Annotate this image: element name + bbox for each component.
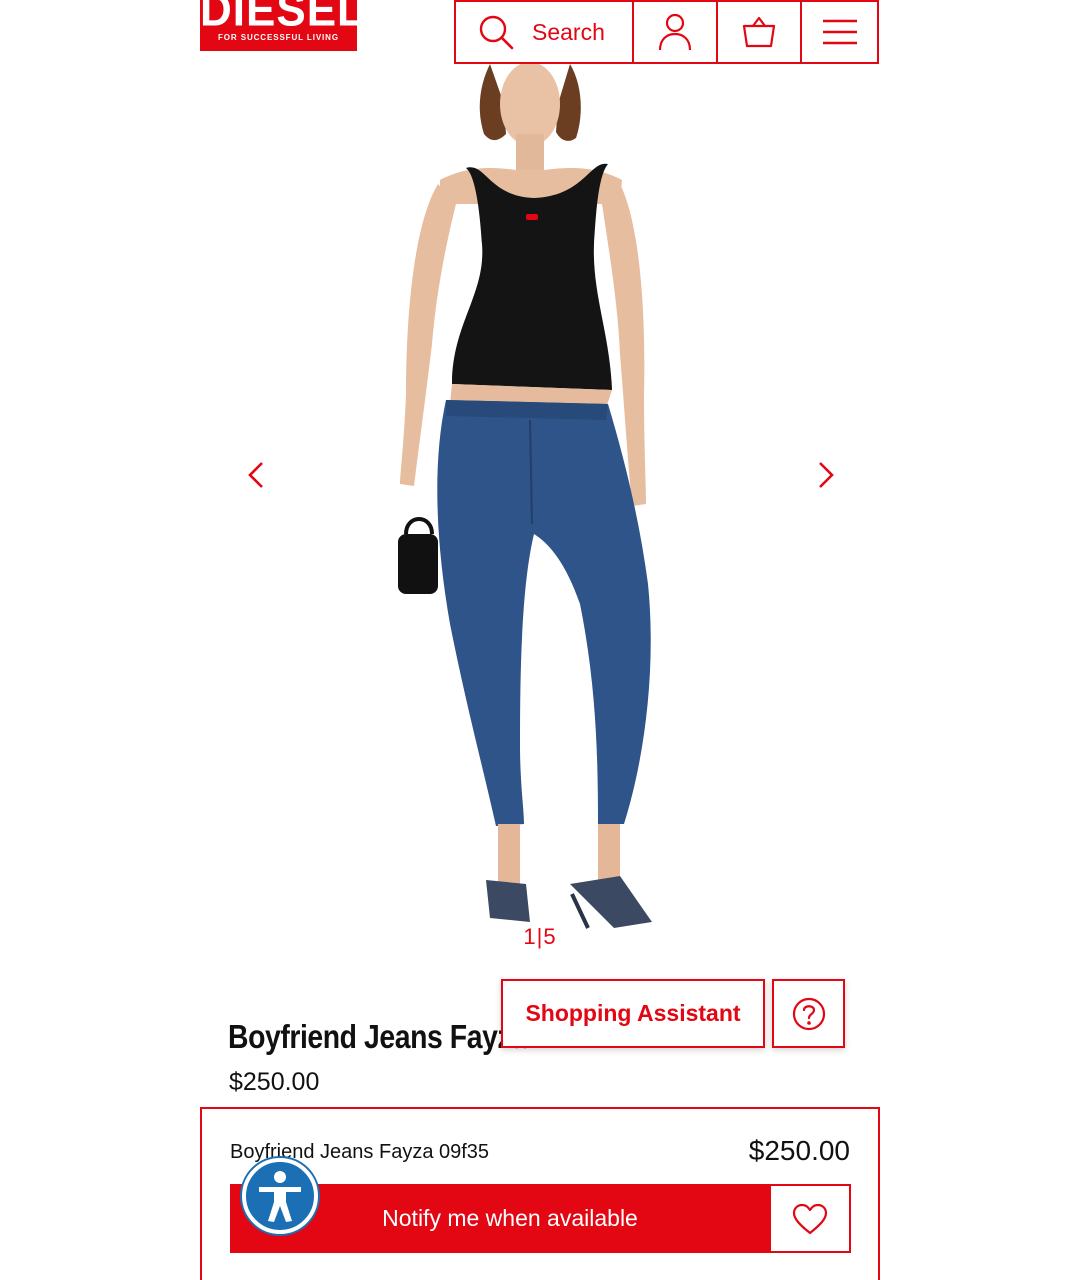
chevron-left-icon [248,462,263,488]
header-toolbar: Search [454,0,879,64]
account-button[interactable] [634,2,718,62]
chevron-right-icon [819,462,834,488]
gallery-prev-button[interactable] [242,460,272,490]
account-icon [658,13,692,51]
search-icon [479,15,514,50]
question-circle-icon [792,997,825,1030]
product-image [398,64,652,929]
gallery-next-button[interactable] [810,460,840,490]
gallery-current: 1 [523,924,537,949]
basket-icon [742,16,776,48]
wishlist-button[interactable] [769,1184,851,1253]
search-label: Search [532,18,605,45]
gallery-total: 5 [543,924,557,949]
shopping-assistant-button[interactable]: Shopping Assistant [501,979,765,1048]
menu-icon [822,19,857,45]
product-gallery[interactable]: 1|5 [200,64,880,964]
basket-button[interactable] [718,2,802,62]
purchase-price: $250.00 [748,1135,850,1166]
help-button[interactable] [772,979,845,1048]
heart-icon [792,1203,828,1234]
logo-tagline: FOR SUCCESSFUL LIVING [218,33,339,42]
diesel-logo[interactable]: DIESEL FOR SUCCESSFUL LIVING [200,0,357,51]
logo-wordmark: DIESEL [200,0,357,37]
product-title: Boyfriend Jeans Fayza [228,1018,527,1055]
gallery-counter: 1|5 [200,924,880,950]
menu-button[interactable] [802,2,877,62]
product-page: DIESEL FOR SUCCESSFUL LIVING Search 1|5 … [0,0,1080,1280]
search-button[interactable]: Search [456,2,634,62]
product-price: $250.00 [229,1068,320,1096]
accessibility-icon [259,1171,301,1222]
accessibility-button[interactable] [242,1158,318,1234]
